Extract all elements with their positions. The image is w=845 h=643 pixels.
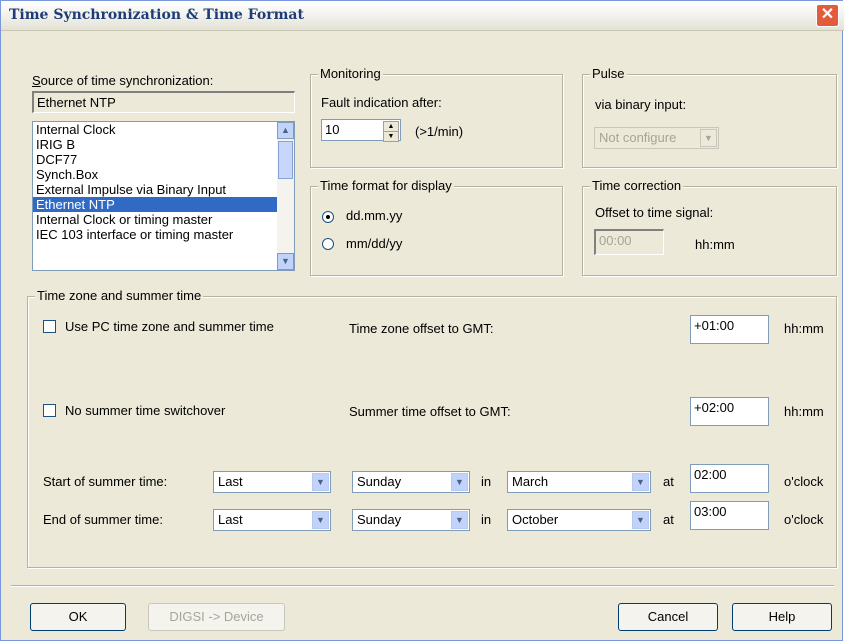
timezone-legend: Time zone and summer time (35, 288, 204, 303)
start-summer-label: Start of summer time: (43, 474, 168, 489)
tz-offset-unit: hh:mm (784, 321, 824, 336)
end-week-select[interactable]: Last ▼ (213, 509, 331, 531)
source-list-item[interactable]: Internal Clock (33, 122, 294, 137)
chevron-down-icon: ▼ (632, 511, 649, 529)
no-summer-checkbox[interactable] (43, 404, 56, 417)
close-icon: ✕ (820, 6, 835, 23)
start-time-input[interactable]: 02:00 (690, 464, 769, 493)
binary-input-select[interactable]: Not configure ▼ (594, 127, 719, 149)
end-month-value: October (512, 512, 559, 527)
source-list-item[interactable]: IRIG B (33, 137, 294, 152)
offset-input[interactable]: 00:00 (594, 229, 664, 255)
summer-offset-unit: hh:mm (784, 404, 824, 419)
help-button[interactable]: Help (732, 603, 832, 631)
source-current-field: Ethernet NTP (32, 91, 295, 113)
offset-unit: hh:mm (695, 237, 735, 252)
end-time-input[interactable]: 03:00 (690, 501, 769, 530)
source-listbox[interactable]: Internal Clock IRIG B DCF77 Synch.Box Extern… (32, 121, 295, 271)
chevron-down-icon: ▼ (451, 473, 468, 491)
scroll-thumb[interactable] (278, 141, 293, 179)
end-in-label: in (481, 512, 492, 527)
radio-ddmmyy[interactable] (322, 211, 334, 223)
use-pc-timezone-label: Use PC time zone and summer time (65, 319, 274, 334)
start-at-label: at (663, 474, 674, 489)
fault-indication-label: Fault indication after: (321, 95, 442, 110)
use-pc-timezone-checkbox[interactable] (43, 320, 56, 333)
end-time-value: 03:00 (694, 504, 727, 519)
start-week-value: Last (218, 474, 243, 489)
end-summer-label: End of summer time: (43, 512, 163, 527)
summer-offset-input[interactable]: +02:00 (690, 397, 769, 426)
summer-offset-value: +02:00 (694, 400, 735, 415)
fault-indication-value: 10 (325, 122, 340, 137)
ok-button[interactable]: OK (30, 603, 126, 631)
start-day-value: Sunday (357, 474, 402, 489)
scroll-down-icon[interactable]: ▼ (277, 253, 294, 270)
monitoring-legend: Monitoring (318, 66, 383, 81)
source-label-text: ource of time synchronization: (40, 73, 214, 88)
time-format-group: Time format for display (310, 178, 563, 276)
chevron-down-icon: ▼ (451, 511, 468, 529)
start-in-label: in (481, 474, 492, 489)
source-list-item[interactable]: IEC 103 interface or timing master (33, 227, 294, 242)
tz-offset-value: +01:00 (694, 318, 735, 333)
start-month-value: March (512, 474, 549, 489)
end-day-select[interactable]: Sunday ▼ (352, 509, 470, 531)
end-month-select[interactable]: October ▼ (507, 509, 651, 531)
tz-offset-input[interactable]: +01:00 (690, 315, 769, 344)
tz-offset-label: Time zone offset to GMT: (349, 321, 494, 336)
listbox-scrollbar[interactable]: ▲ ▼ (277, 122, 294, 270)
binary-input-label: via binary input: (595, 97, 687, 112)
start-time-value: 02:00 (694, 467, 727, 482)
source-label: Source of time synchronization: (32, 73, 214, 88)
start-week-select[interactable]: Last ▼ (213, 471, 331, 493)
binary-input-value: Not configure (599, 130, 677, 145)
end-oclock-label: o'clock (784, 512, 824, 527)
time-correction-legend: Time correction (590, 178, 684, 193)
chevron-down-icon: ▼ (700, 129, 717, 147)
close-button[interactable]: ✕ (816, 4, 839, 27)
end-week-value: Last (218, 512, 243, 527)
digsi-device-button[interactable]: DIGSI -> Device (148, 603, 285, 631)
source-list-item[interactable]: Internal Clock or timing master (33, 212, 294, 227)
pulse-group: Pulse (582, 66, 837, 168)
window-title: Time Synchronization & Time Format (9, 7, 304, 23)
source-list-item[interactable]: External Impulse via Binary Input (33, 182, 294, 197)
time-format-legend: Time format for display (318, 178, 454, 193)
title-bar[interactable]: Time Synchronization & Time Format ✕ (1, 1, 844, 31)
radio-mmddyy-label: mm/dd/yy (346, 236, 403, 251)
dialog-window: Time Synchronization & Time Format ✕ Sou… (0, 0, 844, 641)
source-list-item[interactable]: Synch.Box (33, 167, 294, 182)
start-month-select[interactable]: March ▼ (507, 471, 651, 493)
start-oclock-label: o'clock (784, 474, 824, 489)
offset-value: 00:00 (599, 233, 632, 248)
source-current-value: Ethernet NTP (37, 95, 116, 110)
offset-label: Offset to time signal: (595, 205, 714, 220)
cancel-button[interactable]: Cancel (618, 603, 718, 631)
spin-down-icon[interactable]: ▼ (383, 131, 399, 142)
chevron-down-icon: ▼ (312, 511, 329, 529)
end-day-value: Sunday (357, 512, 402, 527)
summer-offset-label: Summer time offset to GMT: (349, 404, 511, 419)
footer-separator (11, 585, 834, 587)
end-at-label: at (663, 512, 674, 527)
no-summer-label: No summer time switchover (65, 403, 226, 418)
radio-mmddyy[interactable] (322, 238, 334, 250)
fault-indication-unit: (>1/min) (415, 124, 464, 139)
chevron-down-icon: ▼ (312, 473, 329, 491)
pulse-legend: Pulse (590, 66, 627, 81)
source-list: Internal Clock IRIG B DCF77 Synch.Box Extern… (33, 122, 294, 242)
source-list-item[interactable]: DCF77 (33, 152, 294, 167)
start-day-select[interactable]: Sunday ▼ (352, 471, 470, 493)
source-list-item[interactable]: Ethernet NTP (33, 197, 294, 212)
radio-ddmmyy-label: dd.mm.yy (346, 208, 403, 223)
scroll-up-icon[interactable]: ▲ (277, 122, 294, 139)
chevron-down-icon: ▼ (632, 473, 649, 491)
